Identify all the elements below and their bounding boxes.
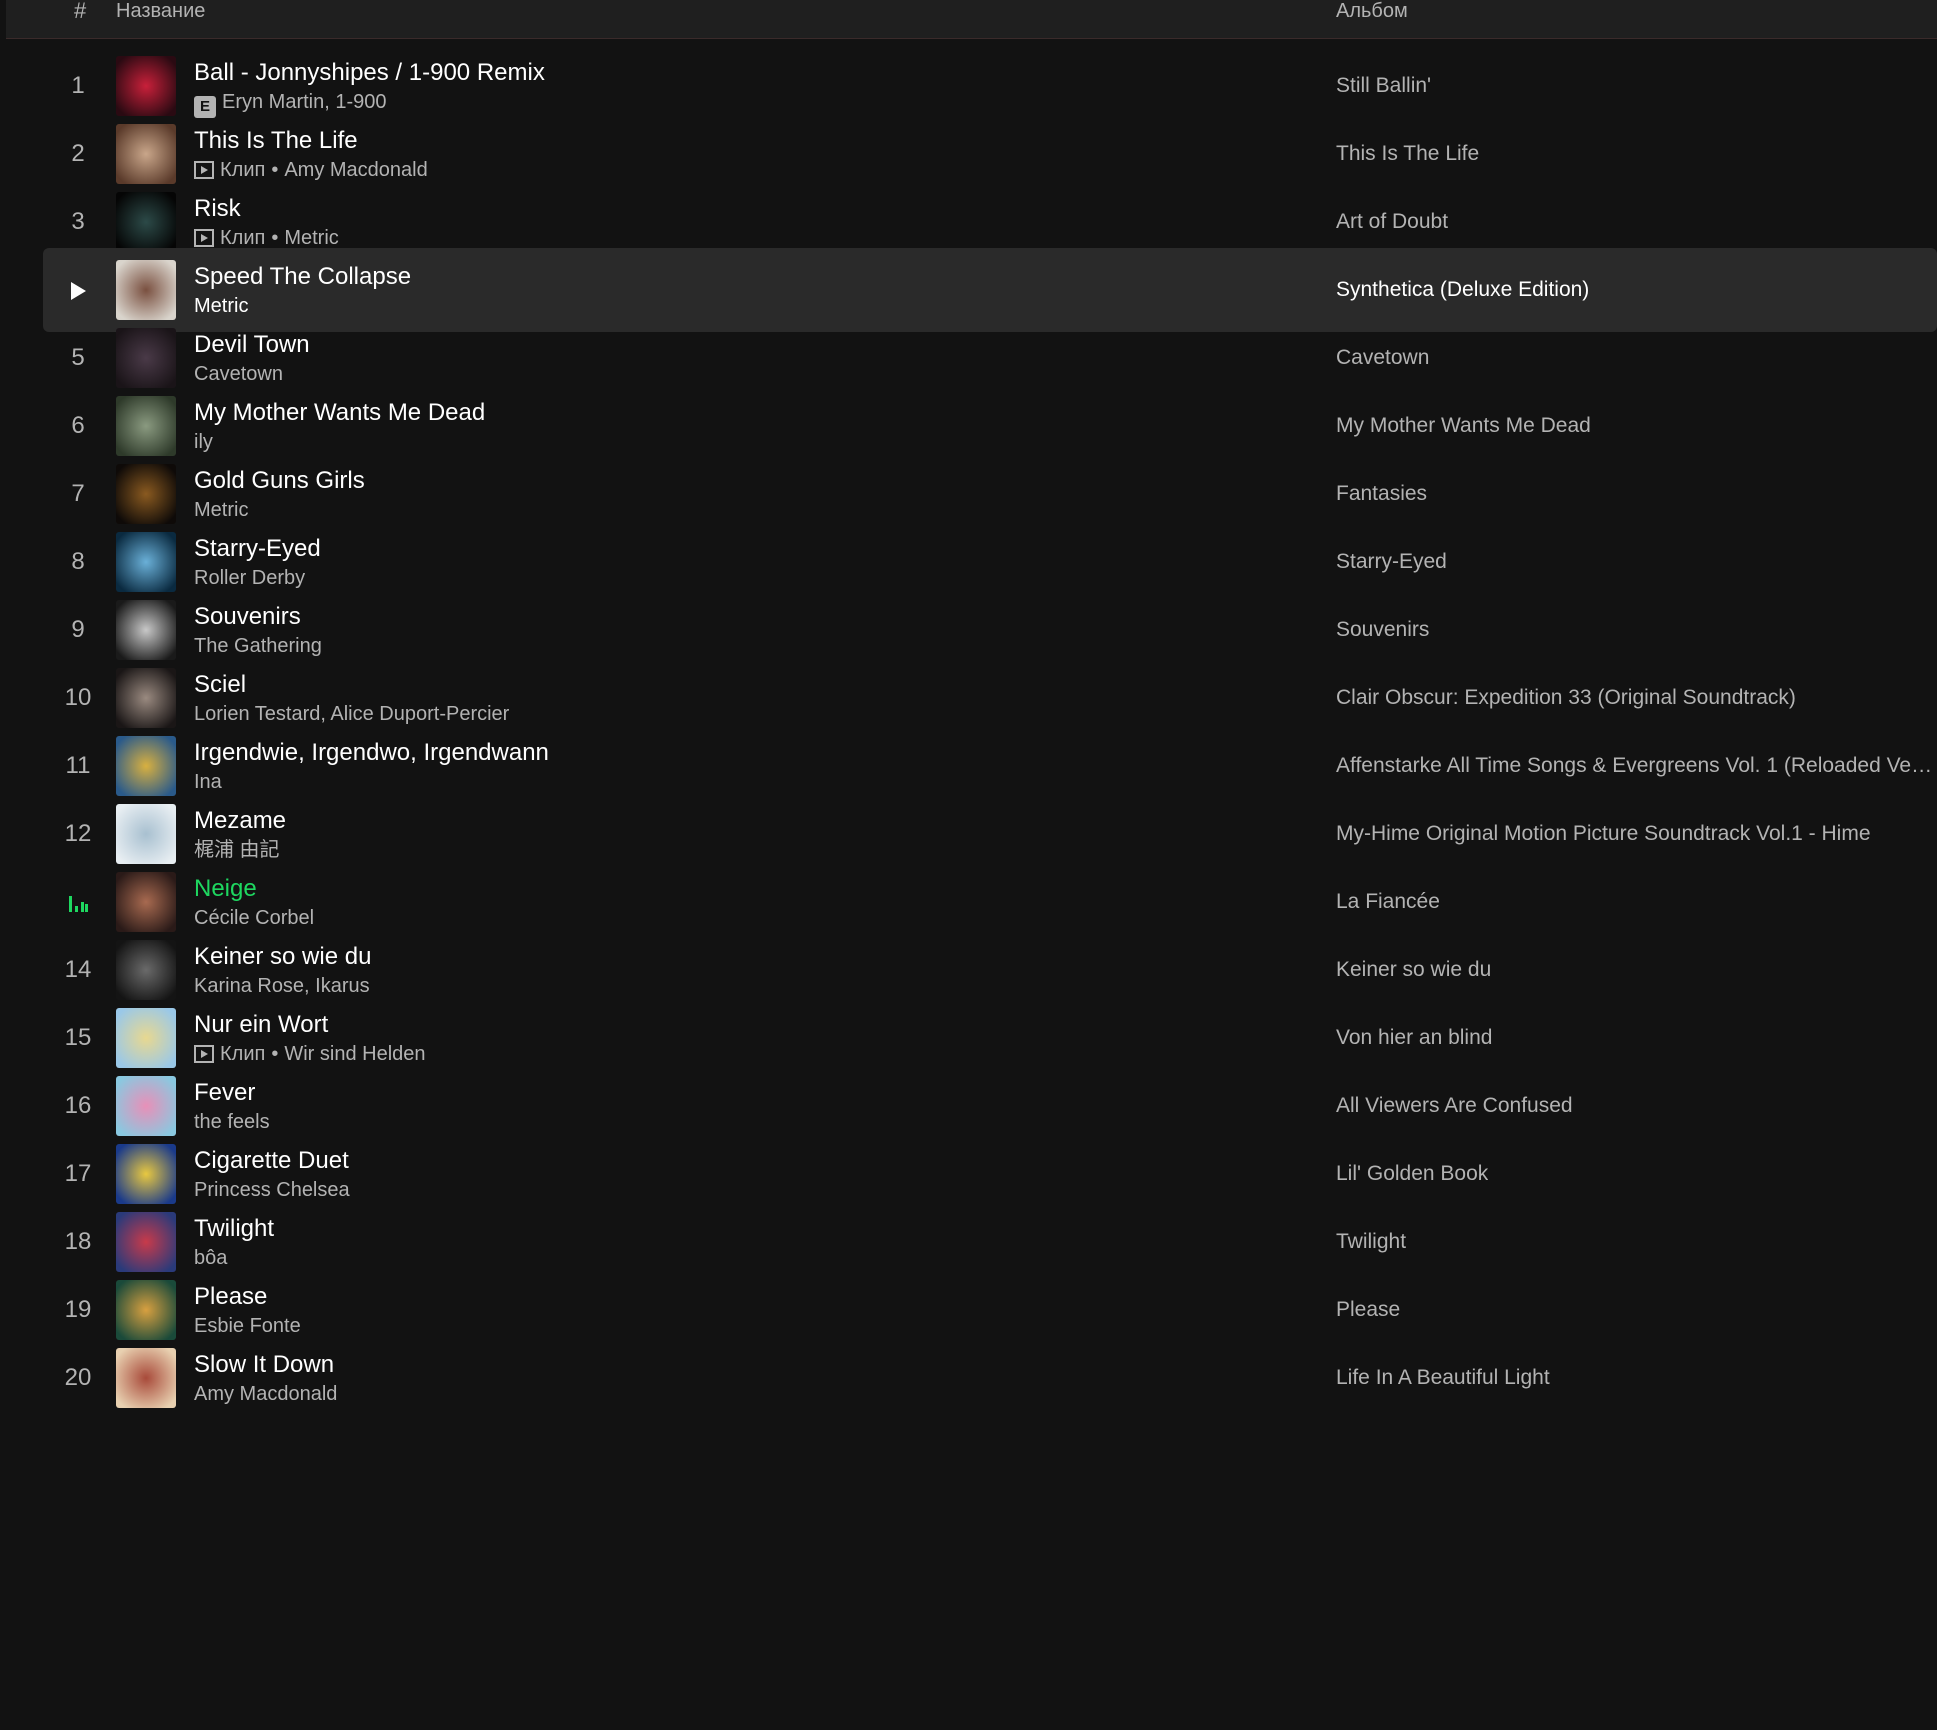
- track-artists[interactable]: Eryn Martin, 1-900: [222, 91, 387, 113]
- track-title[interactable]: Irgendwie, Irgendwo, Irgendwann: [194, 738, 549, 768]
- separator-dot: •: [271, 159, 279, 181]
- album-cover-image: [116, 1144, 176, 1204]
- track-artists[interactable]: 梶浦 由記: [194, 839, 280, 861]
- album-cover-image: [116, 668, 176, 728]
- album-cover-image: [116, 260, 176, 320]
- track-title[interactable]: This Is The Life: [194, 126, 358, 156]
- track-artists[interactable]: Wir sind Helden: [284, 1043, 425, 1065]
- track-title[interactable]: My Mother Wants Me Dead: [194, 398, 485, 428]
- separator-dot: •: [271, 1043, 279, 1065]
- album-cover-image: [116, 1348, 176, 1408]
- track-title[interactable]: Gold Guns Girls: [194, 466, 365, 496]
- track-artists[interactable]: Cécile Corbel: [194, 907, 314, 929]
- album-cover-image: [116, 804, 176, 864]
- track-artists[interactable]: Metric: [194, 499, 248, 521]
- play-icon[interactable]: [69, 281, 87, 301]
- track-subtitle: Amy Macdonald: [194, 1382, 337, 1406]
- clip-label: Клип: [220, 1043, 266, 1065]
- track-subtitle: Metric: [194, 498, 248, 522]
- album-cover-image: [116, 1076, 176, 1136]
- separator-dot: •: [271, 227, 279, 249]
- album-cover-image: [116, 872, 176, 932]
- track-title[interactable]: Slow It Down: [194, 1350, 334, 1380]
- track-subtitle: Metric: [194, 294, 248, 318]
- album-cover-image: [116, 56, 176, 116]
- track-title[interactable]: Sciel: [194, 670, 246, 700]
- album-cover-image: [116, 1280, 176, 1340]
- track-title[interactable]: Souvenirs: [194, 602, 301, 632]
- track-artists[interactable]: Lorien Testard, Alice Duport-Percier: [194, 703, 509, 725]
- album-cover-image: [116, 328, 176, 388]
- album-cover-image: [116, 464, 176, 524]
- track-subtitle: Karina Rose, Ikarus: [194, 974, 370, 998]
- track-title[interactable]: Mezame: [194, 806, 286, 836]
- equalizer-icon: [69, 895, 88, 912]
- clip-label: Клип: [220, 159, 266, 181]
- track-artists[interactable]: the feels: [194, 1111, 270, 1133]
- track-list: 1 Ball - Jonnyshipes / 1-900 Remix E Eryn M…: [0, 0, 1937, 1730]
- track-artists[interactable]: Ina: [194, 771, 222, 793]
- track-subtitle: bôa: [194, 1246, 227, 1270]
- track-artists[interactable]: Metric: [194, 295, 248, 317]
- album-cover-image: [116, 1212, 176, 1272]
- track-subtitle: Princess Chelsea: [194, 1178, 350, 1202]
- album-cover-image: [116, 940, 176, 1000]
- track-artists[interactable]: Amy Macdonald: [284, 159, 427, 181]
- track-title[interactable]: Keiner so wie du: [194, 942, 371, 972]
- album-cover-image: [116, 1008, 176, 1068]
- album-cover-image: [116, 532, 176, 592]
- track-title[interactable]: Please: [194, 1282, 267, 1312]
- track-artists[interactable]: bôa: [194, 1247, 227, 1269]
- track-subtitle: The Gathering: [194, 634, 322, 658]
- track-title[interactable]: Neige: [194, 874, 257, 904]
- track-subtitle: Roller Derby: [194, 566, 305, 590]
- track-artists[interactable]: Metric: [284, 227, 338, 249]
- album-cover-image: [116, 124, 176, 184]
- track-artists[interactable]: ily: [194, 431, 213, 453]
- track-title[interactable]: Risk: [194, 194, 241, 224]
- track-subtitle: Cécile Corbel: [194, 906, 314, 930]
- track-artists[interactable]: The Gathering: [194, 635, 322, 657]
- track-row[interactable]: 20 Slow It Down Amy Macdonald Life In A Bea…: [43, 1336, 1937, 1420]
- track-subtitle: ily: [194, 430, 213, 454]
- track-subtitle: Esbie Fonte: [194, 1314, 301, 1338]
- track-subtitle: Ina: [194, 770, 222, 794]
- track-artists[interactable]: Princess Chelsea: [194, 1179, 350, 1201]
- track-title[interactable]: Speed The Collapse: [194, 262, 411, 292]
- album-cover-image: [116, 600, 176, 660]
- album-cover-image: [116, 736, 176, 796]
- track-artists[interactable]: Amy Macdonald: [194, 1383, 337, 1405]
- track-title[interactable]: Nur ein Wort: [194, 1010, 328, 1040]
- track-artists[interactable]: Roller Derby: [194, 567, 305, 589]
- track-subtitle: Lorien Testard, Alice Duport-Percier: [194, 702, 509, 726]
- track-subtitle: 梶浦 由記: [194, 838, 280, 862]
- track-artists[interactable]: Karina Rose, Ikarus: [194, 975, 370, 997]
- track-title[interactable]: Starry-Eyed: [194, 534, 321, 564]
- track-album[interactable]: Life In A Beautiful Light: [1336, 1336, 1550, 1420]
- track-title[interactable]: Devil Town: [194, 330, 310, 360]
- track-title[interactable]: Ball - Jonnyshipes / 1-900 Remix: [194, 58, 545, 88]
- track-title[interactable]: Twilight: [194, 1214, 274, 1244]
- track-subtitle: Cavetown: [194, 362, 283, 386]
- album-cover-image: [116, 396, 176, 456]
- clip-label: Клип: [220, 227, 266, 249]
- track-artists[interactable]: Esbie Fonte: [194, 1315, 301, 1337]
- track-title[interactable]: Fever: [194, 1078, 255, 1108]
- album-cover-image: [116, 192, 176, 252]
- track-number: 20: [64, 1364, 92, 1391]
- track-title[interactable]: Cigarette Duet: [194, 1146, 349, 1176]
- track-subtitle: the feels: [194, 1110, 270, 1134]
- track-artists[interactable]: Cavetown: [194, 363, 283, 385]
